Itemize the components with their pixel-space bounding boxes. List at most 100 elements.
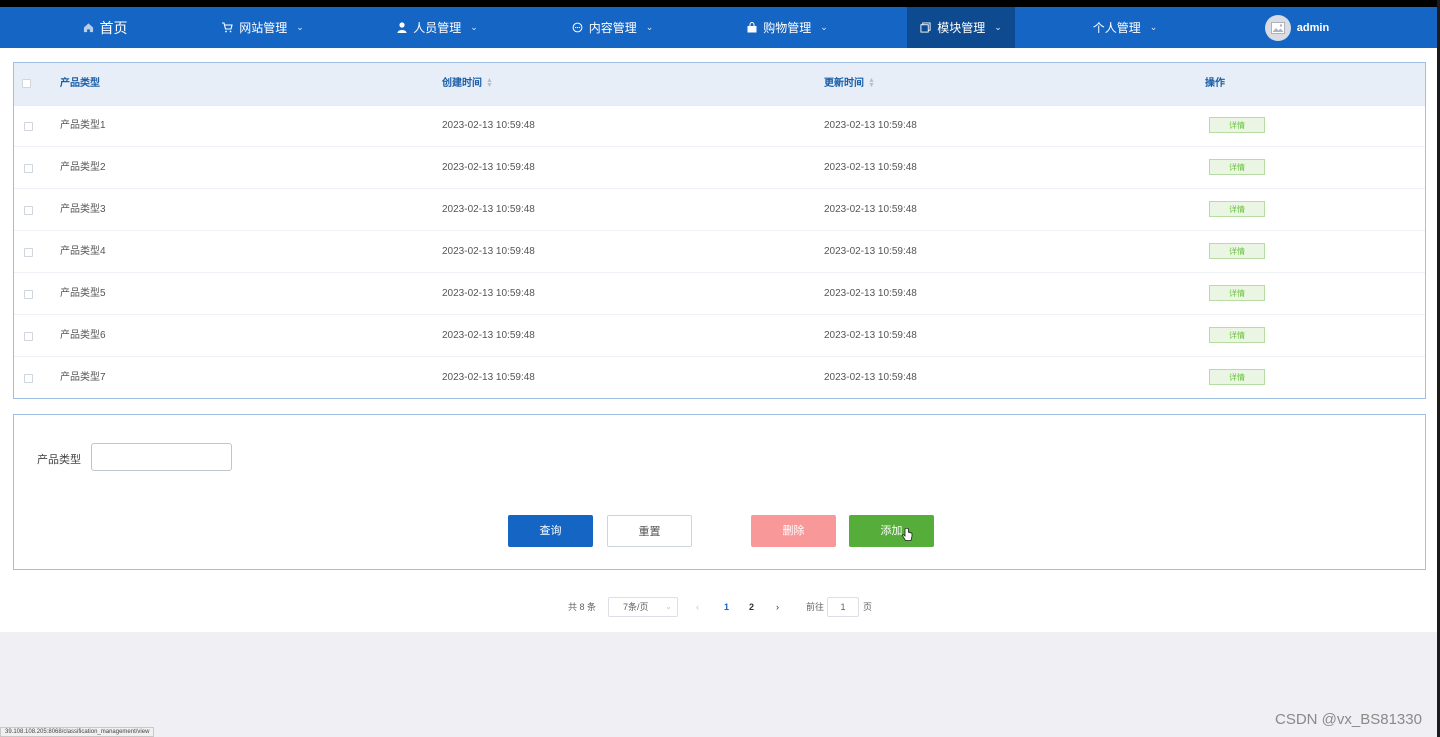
- detail-button[interactable]: 详情: [1209, 117, 1265, 133]
- reset-button[interactable]: 重置: [607, 515, 692, 547]
- header-actions: 操作: [1205, 78, 1225, 89]
- page-number[interactable]: 2: [749, 597, 754, 617]
- page-number-active[interactable]: 1: [724, 597, 729, 617]
- nav-label: 模块管理: [937, 21, 986, 35]
- delete-button[interactable]: 删除: [751, 515, 836, 547]
- nav-home[interactable]: 首页: [60, 7, 150, 48]
- user-menu[interactable]: admin: [1262, 7, 1332, 48]
- home-icon: [83, 22, 94, 33]
- header-updated-label: 更新时间: [824, 78, 864, 89]
- bag-icon: [747, 22, 757, 33]
- cell-updated: 2023-02-13 10:59:48: [824, 246, 917, 257]
- sort-icon[interactable]: ▲ ▼: [486, 77, 493, 89]
- detail-button[interactable]: 详情: [1209, 285, 1265, 301]
- nav-people-management[interactable]: 人员管理 ⌄: [380, 7, 495, 48]
- cell-type: 产品类型2: [60, 162, 106, 173]
- cell-type: 产品类型1: [60, 120, 106, 131]
- nav-content-management[interactable]: 内容管理 ⌄: [555, 7, 670, 48]
- pagination: 共 8 条 7条/页 ⌄ ‹ 1 2 › 前往 页: [0, 597, 1440, 617]
- header-updated[interactable]: 更新时间 ▲ ▼: [824, 63, 875, 105]
- detail-button[interactable]: 详情: [1209, 159, 1265, 175]
- chevron-down-icon: ⌄: [665, 602, 672, 611]
- goto-page-input[interactable]: [827, 597, 859, 617]
- top-navbar: 首页 网站管理 ⌄ 人员管理 ⌄ 内容管理 ⌄ 购物管理 ⌄ 模块管理 ⌄ 个人…: [0, 7, 1440, 48]
- next-page-icon[interactable]: ›: [776, 597, 779, 617]
- search-form: 产品类型 查询 重置 删除 添加: [13, 414, 1426, 570]
- query-button[interactable]: 查询: [508, 515, 593, 547]
- header-type: 产品类型: [60, 78, 100, 89]
- row-checkbox[interactable]: [24, 164, 33, 173]
- detail-button[interactable]: 详情: [1209, 243, 1265, 259]
- page-size-value: 7条/页: [623, 602, 649, 612]
- goto-suffix: 页: [863, 602, 873, 612]
- prev-page-icon[interactable]: ‹: [696, 597, 699, 617]
- chevron-down-icon: ⌄: [820, 22, 828, 32]
- cell-created: 2023-02-13 10:59:48: [442, 288, 535, 299]
- cell-type: 产品类型6: [60, 330, 106, 341]
- nav-personal-management[interactable]: 个人管理 ⌄: [1075, 7, 1175, 48]
- nav-label: 网站管理: [239, 21, 288, 35]
- total-count: 共 8 条: [568, 602, 597, 612]
- product-type-input[interactable]: [91, 443, 232, 471]
- row-checkbox[interactable]: [24, 290, 33, 299]
- select-all-checkbox[interactable]: [22, 79, 31, 88]
- nav-home-label: 首页: [99, 19, 128, 36]
- table-row: 产品类型5 2023-02-13 10:59:48 2023-02-13 10:…: [14, 273, 1425, 315]
- image-icon: [1270, 21, 1285, 34]
- cell-created: 2023-02-13 10:59:48: [442, 372, 535, 383]
- cart-icon: [221, 22, 233, 33]
- nav-shopping-management[interactable]: 购物管理 ⌄: [730, 7, 845, 48]
- table-row: 产品类型1 2023-02-13 10:59:48 2023-02-13 10:…: [14, 105, 1425, 147]
- data-table: 产品类型 创建时间 ▲ ▼ 更新时间 ▲ ▼ 操作 产品类型1 2023-02-13 1…: [13, 62, 1426, 399]
- nav-label: 内容管理: [588, 21, 637, 35]
- username: admin: [1296, 21, 1330, 34]
- status-bar-url: 39.108.108.205:8068/classification_manag…: [0, 727, 155, 737]
- window-top-strip: [0, 0, 1440, 7]
- avatar: [1264, 14, 1291, 41]
- cell-updated: 2023-02-13 10:59:48: [824, 120, 917, 131]
- cell-created: 2023-02-13 10:59:48: [442, 330, 535, 341]
- nav-label: 人员管理: [413, 21, 462, 35]
- chevron-down-icon: ⌄: [296, 22, 304, 32]
- cell-type: 产品类型4: [60, 246, 106, 257]
- nav-label: 购物管理: [763, 21, 812, 35]
- chevron-down-icon: ⌄: [470, 22, 478, 32]
- cell-type: 产品类型5: [60, 288, 106, 299]
- detail-button[interactable]: 详情: [1209, 327, 1265, 343]
- nav-module-management[interactable]: 模块管理 ⌄: [907, 7, 1015, 48]
- sort-icon[interactable]: ▲ ▼: [868, 77, 875, 89]
- table-row: 产品类型3 2023-02-13 10:59:48 2023-02-13 10:…: [14, 189, 1425, 231]
- cell-updated: 2023-02-13 10:59:48: [824, 288, 917, 299]
- row-checkbox[interactable]: [24, 122, 33, 131]
- hand-cursor-icon: [901, 527, 913, 545]
- header-created[interactable]: 创建时间 ▲ ▼: [442, 63, 493, 105]
- row-checkbox[interactable]: [24, 248, 33, 257]
- row-checkbox[interactable]: [24, 374, 33, 383]
- cell-created: 2023-02-13 10:59:48: [442, 120, 535, 131]
- cell-created: 2023-02-13 10:59:48: [442, 204, 535, 215]
- cell-created: 2023-02-13 10:59:48: [442, 246, 535, 257]
- cell-type: 产品类型7: [60, 372, 106, 383]
- cell-type: 产品类型3: [60, 204, 106, 215]
- row-checkbox[interactable]: [24, 332, 33, 341]
- chevron-down-icon: ⌄: [645, 22, 654, 32]
- table-row: 产品类型6 2023-02-13 10:59:48 2023-02-13 10:…: [14, 315, 1425, 357]
- product-type-label: 产品类型: [37, 454, 81, 466]
- chat-icon: [572, 22, 583, 33]
- chevron-down-icon: ⌄: [994, 22, 1002, 32]
- table-row: 产品类型7 2023-02-13 10:59:48 2023-02-13 10:…: [14, 357, 1425, 399]
- cell-updated: 2023-02-13 10:59:48: [824, 330, 917, 341]
- nav-website-management[interactable]: 网站管理 ⌄: [205, 7, 320, 48]
- cell-created: 2023-02-13 10:59:48: [442, 162, 535, 173]
- row-checkbox[interactable]: [24, 206, 33, 215]
- table-row: 产品类型2 2023-02-13 10:59:48 2023-02-13 10:…: [14, 147, 1425, 189]
- watermark: CSDN @vx_BS81330: [1275, 711, 1422, 728]
- detail-button[interactable]: 详情: [1209, 201, 1265, 217]
- user-icon: [397, 22, 407, 33]
- add-button[interactable]: 添加: [849, 515, 934, 547]
- page-size-select[interactable]: 7条/页 ⌄: [608, 597, 678, 617]
- goto-prefix: 前往: [806, 602, 825, 612]
- cell-updated: 2023-02-13 10:59:48: [824, 372, 917, 383]
- chevron-down-icon: ⌄: [1149, 22, 1158, 32]
- detail-button[interactable]: 详情: [1209, 369, 1265, 385]
